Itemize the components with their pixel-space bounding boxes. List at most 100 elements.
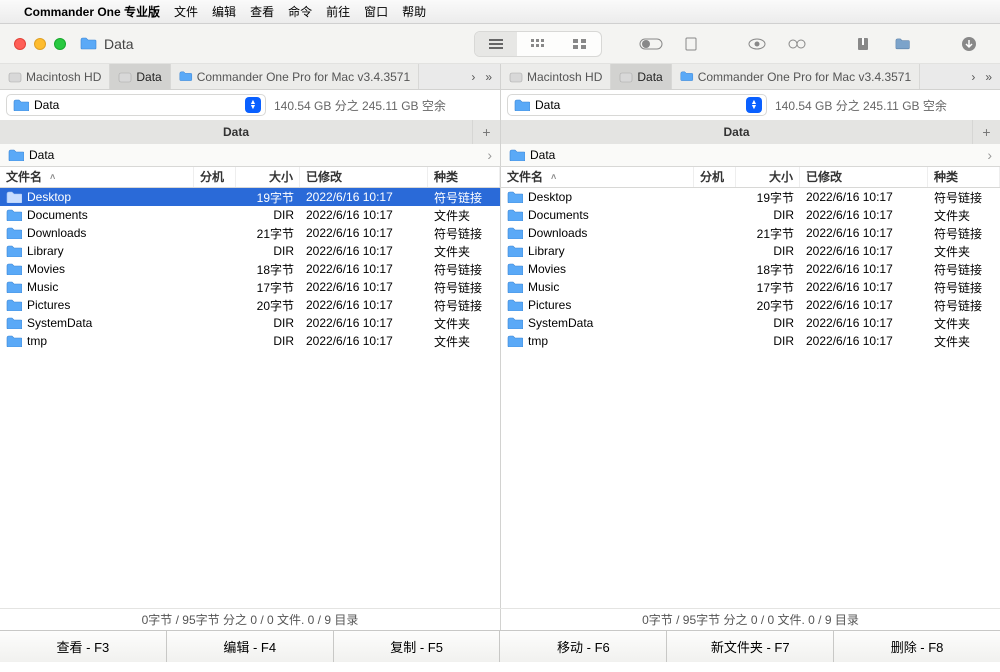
chevron-right-icon[interactable]: ›: [487, 147, 492, 163]
col-ext[interactable]: 分机: [694, 167, 736, 187]
col-size[interactable]: 大小: [736, 167, 800, 187]
file-row-systemdata[interactable]: SystemDataDIR2022/6/16 10:17文件夹: [0, 314, 500, 332]
crumb-commander[interactable]: Commander One Pro for Mac v3.4.3571: [171, 64, 419, 89]
col-name[interactable]: 文件名˄: [0, 167, 194, 187]
chevron-right-icon[interactable]: ›: [987, 147, 992, 163]
file-row-desktop[interactable]: Desktop19字节2022/6/16 10:17符号链接: [0, 188, 500, 206]
system-menu-bar: Commander One 专业版 文件 编辑 查看 命令 前往 窗口 帮助: [0, 0, 1000, 24]
new-tab-button[interactable]: +: [472, 120, 500, 144]
file-name: Library: [528, 244, 565, 258]
more-icon[interactable]: »: [985, 70, 992, 84]
file-size: DIR: [736, 334, 800, 348]
menu-window[interactable]: 窗口: [364, 3, 388, 20]
col-kind[interactable]: 种类: [428, 167, 500, 187]
col-ext[interactable]: 分机: [194, 167, 236, 187]
right-location: Data ▲▼ 140.54 GB 分之 245.11 GB 空余: [500, 90, 1000, 120]
view-list-button[interactable]: [475, 32, 517, 56]
left-file-pane[interactable]: Desktop19字节2022/6/16 10:17符号链接DocumentsD…: [0, 188, 500, 608]
path-label[interactable]: Data: [29, 148, 54, 162]
binoculars-icon: [788, 38, 806, 50]
panel-tab[interactable]: Data: [501, 120, 972, 144]
f3-view-button[interactable]: 查看 - F3: [0, 631, 167, 662]
chevron-right-icon[interactable]: ›: [471, 70, 475, 84]
f8-delete-button[interactable]: 删除 - F8: [834, 631, 1000, 662]
col-size[interactable]: 大小: [236, 167, 300, 187]
file-row-music[interactable]: Music17字节2022/6/16 10:17符号链接: [0, 278, 500, 296]
location-label: Data: [535, 98, 560, 112]
menu-command[interactable]: 命令: [288, 3, 312, 20]
search-button[interactable]: [780, 32, 814, 56]
close-window-button[interactable]: [14, 38, 26, 50]
crumb-data[interactable]: Data: [611, 64, 671, 89]
col-modified[interactable]: 已修改: [300, 167, 428, 187]
folder-icon: [6, 209, 22, 221]
menu-help[interactable]: 帮助: [402, 3, 426, 20]
file-row-tmp[interactable]: tmpDIR2022/6/16 10:17文件夹: [0, 332, 500, 350]
file-row-movies[interactable]: Movies18字节2022/6/16 10:17符号链接: [501, 260, 1000, 278]
toggle-dualpane-button[interactable]: [634, 32, 668, 56]
col-name[interactable]: 文件名˄: [501, 167, 694, 187]
file-kind: 文件夹: [928, 243, 1000, 260]
menu-file[interactable]: 文件: [174, 3, 198, 20]
file-kind: 符号链接: [928, 297, 1000, 314]
file-modified: 2022/6/16 10:17: [300, 316, 428, 330]
menu-view[interactable]: 查看: [250, 3, 274, 20]
f7-newfolder-button[interactable]: 新文件夹 - F7: [667, 631, 834, 662]
file-row-library[interactable]: LibraryDIR2022/6/16 10:17文件夹: [501, 242, 1000, 260]
view-icon-button[interactable]: [559, 32, 601, 56]
zoom-window-button[interactable]: [54, 38, 66, 50]
menu-edit[interactable]: 编辑: [212, 3, 236, 20]
file-row-documents[interactable]: DocumentsDIR2022/6/16 10:17文件夹: [0, 206, 500, 224]
columns-icon: [530, 38, 546, 50]
file-kind: 符号链接: [428, 225, 500, 242]
f4-edit-button[interactable]: 编辑 - F4: [167, 631, 334, 662]
new-tab-button[interactable]: +: [972, 120, 1000, 144]
folder-icon: [507, 245, 523, 257]
view-columns-button[interactable]: [517, 32, 559, 56]
location-selector[interactable]: Data ▲▼: [6, 94, 266, 116]
col-modified[interactable]: 已修改: [800, 167, 928, 187]
f5-copy-button[interactable]: 复制 - F5: [334, 631, 501, 662]
file-row-desktop[interactable]: Desktop19字节2022/6/16 10:17符号链接: [501, 188, 1000, 206]
file-size: DIR: [736, 316, 800, 330]
file-row-downloads[interactable]: Downloads21字节2022/6/16 10:17符号链接: [501, 224, 1000, 242]
file-row-downloads[interactable]: Downloads21字节2022/6/16 10:17符号链接: [0, 224, 500, 242]
file-size: 20字节: [736, 297, 800, 314]
col-kind[interactable]: 种类: [928, 167, 1000, 187]
path-label[interactable]: Data: [530, 148, 555, 162]
function-keys-row: 查看 - F3 编辑 - F4 复制 - F5 移动 - F6 新文件夹 - F…: [0, 630, 1000, 662]
quicklook-button[interactable]: [740, 32, 774, 56]
crumb-commander[interactable]: Commander One Pro for Mac v3.4.3571: [672, 64, 920, 89]
archive-button[interactable]: [846, 32, 880, 56]
location-selector[interactable]: Data ▲▼: [507, 94, 767, 116]
download-icon: [961, 36, 977, 52]
f6-move-button[interactable]: 移动 - F6: [500, 631, 667, 662]
file-row-music[interactable]: Music17字节2022/6/16 10:17符号链接: [501, 278, 1000, 296]
folder-button[interactable]: [886, 32, 920, 56]
minimize-window-button[interactable]: [34, 38, 46, 50]
chevron-right-icon[interactable]: ›: [971, 70, 975, 84]
menu-go[interactable]: 前往: [326, 3, 350, 20]
sort-asc-icon: ˄: [50, 167, 55, 187]
file-row-systemdata[interactable]: SystemDataDIR2022/6/16 10:17文件夹: [501, 314, 1000, 332]
file-row-pictures[interactable]: Pictures20字节2022/6/16 10:17符号链接: [501, 296, 1000, 314]
file-modified: 2022/6/16 10:17: [300, 298, 428, 312]
hidden-files-button[interactable]: [674, 32, 708, 56]
file-row-documents[interactable]: DocumentsDIR2022/6/16 10:17文件夹: [501, 206, 1000, 224]
app-name[interactable]: Commander One 专业版: [24, 3, 160, 20]
crumb-macintosh-hd[interactable]: Macintosh HD: [501, 64, 611, 89]
file-row-pictures[interactable]: Pictures20字节2022/6/16 10:17符号链接: [0, 296, 500, 314]
file-row-library[interactable]: LibraryDIR2022/6/16 10:17文件夹: [0, 242, 500, 260]
file-row-movies[interactable]: Movies18字节2022/6/16 10:17符号链接: [0, 260, 500, 278]
file-row-tmp[interactable]: tmpDIR2022/6/16 10:17文件夹: [501, 332, 1000, 350]
file-kind: 文件夹: [428, 243, 500, 260]
download-button[interactable]: [952, 32, 986, 56]
more-icon[interactable]: »: [485, 70, 492, 84]
right-file-pane[interactable]: Desktop19字节2022/6/16 10:17符号链接DocumentsD…: [500, 188, 1000, 608]
file-kind: 符号链接: [428, 189, 500, 206]
file-kind: 文件夹: [928, 207, 1000, 224]
crumb-data[interactable]: Data: [110, 64, 170, 89]
crumb-macintosh-hd[interactable]: Macintosh HD: [0, 64, 110, 89]
panel-tab[interactable]: Data: [0, 120, 472, 144]
file-size: DIR: [236, 334, 300, 348]
